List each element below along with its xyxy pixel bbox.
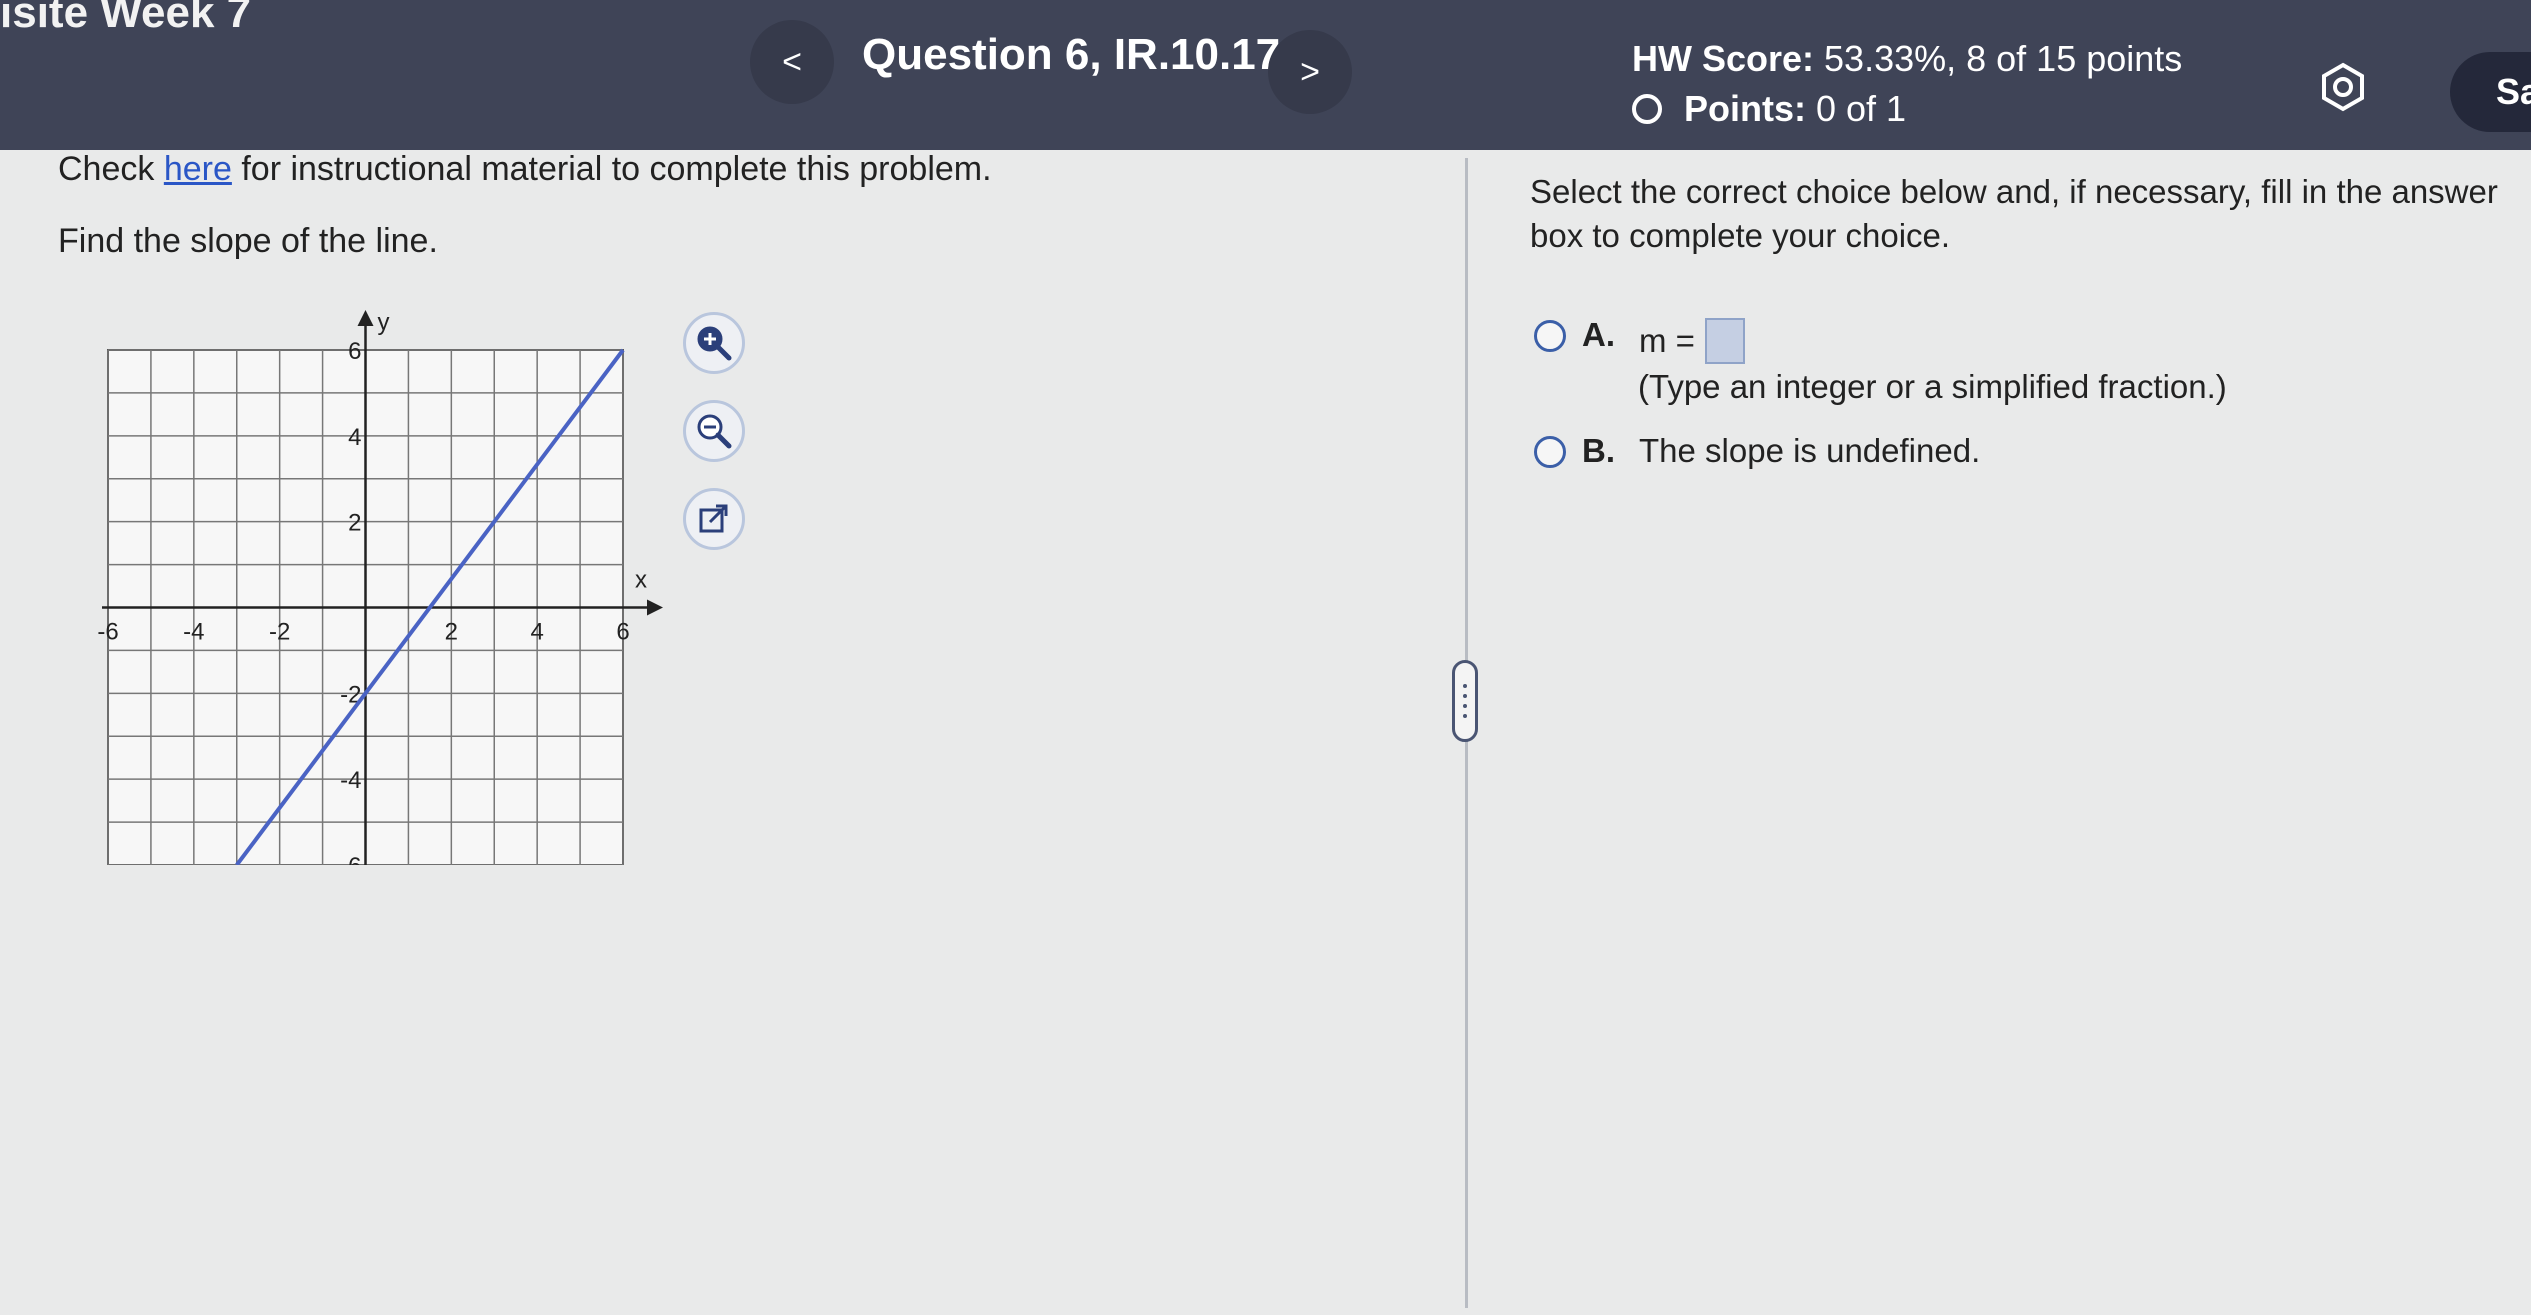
points-label: Points: bbox=[1684, 88, 1806, 129]
x-tick-label: 6 bbox=[616, 619, 629, 646]
hw-score: HW Score: 53.33%, 8 of 15 points bbox=[1632, 34, 2182, 84]
choice-a-letter: A. bbox=[1582, 316, 1615, 353]
choice-a-hint: (Type an integer or a simplified fractio… bbox=[1638, 368, 2227, 405]
next-question-button[interactable]: > bbox=[1268, 30, 1352, 114]
instructional-material-line: Check here for instructional material to… bbox=[58, 150, 992, 189]
hw-score-label: HW Score: bbox=[1632, 38, 1815, 79]
y-tick-label: 6 bbox=[348, 338, 361, 365]
zoom-in-button[interactable] bbox=[683, 312, 745, 374]
choice-a-text: m = bbox=[1639, 322, 1695, 359]
question-pane: Check here for instructional material to… bbox=[0, 150, 1462, 1315]
y-tick-label: 2 bbox=[348, 510, 361, 537]
choice-b-text: The slope is undefined. bbox=[1639, 432, 1981, 469]
answer-pane: Select the correct choice below and, if … bbox=[1530, 170, 2530, 258]
course-title: isite Week 7 bbox=[0, 0, 252, 37]
points-value: 0 of 1 bbox=[1816, 88, 1907, 129]
y-tick-label: -4 bbox=[340, 767, 361, 794]
external-link-icon bbox=[699, 504, 728, 533]
check-suffix: for instructional material to complete t… bbox=[231, 150, 992, 188]
hw-score-value: 53.33%, 8 of 15 points bbox=[1824, 38, 2183, 79]
zoom-in-icon bbox=[697, 326, 732, 361]
coordinate-graph: yx-6-4-2246642-2-4-6 bbox=[97, 309, 663, 865]
x-tick-label: 2 bbox=[445, 619, 458, 646]
previous-question-button[interactable]: < bbox=[750, 20, 834, 104]
save-button[interactable]: Sa bbox=[2450, 52, 2531, 132]
choice-b-letter: B. bbox=[1582, 432, 1615, 469]
y-axis-label: y bbox=[378, 309, 390, 336]
choice-b[interactable]: B. The slope is undefined. bbox=[1534, 432, 1980, 470]
x-tick-label: -6 bbox=[97, 619, 118, 646]
slope-answer-box[interactable] bbox=[1704, 318, 1745, 364]
points-row: Points: 0 of 1 bbox=[1632, 84, 2182, 134]
points-status-icon bbox=[1632, 94, 1662, 124]
y-axis-arrow bbox=[357, 310, 374, 326]
question-title: Question 6, IR.10.17 bbox=[862, 30, 1281, 79]
x-tick-label: -2 bbox=[269, 619, 290, 646]
gear-icon[interactable] bbox=[2318, 62, 2368, 112]
check-prefix: Check bbox=[58, 150, 164, 188]
choice-b-radio[interactable] bbox=[1534, 436, 1566, 468]
top-bar: isite Week 7 < Question 6, IR.10.17 > HW… bbox=[0, 0, 2531, 150]
y-tick-label: -6 bbox=[340, 853, 361, 865]
pane-resize-handle[interactable] bbox=[1452, 660, 1478, 742]
question-prompt: Find the slope of the line. bbox=[58, 222, 438, 260]
x-axis-arrow bbox=[647, 599, 663, 616]
zoom-out-icon bbox=[697, 414, 732, 449]
score-block: HW Score: 53.33%, 8 of 15 points Points:… bbox=[1632, 34, 2182, 134]
answer-instruction: Select the correct choice below and, if … bbox=[1530, 173, 2498, 254]
content-area: Check here for instructional material to… bbox=[0, 150, 2531, 1315]
choice-a-radio[interactable] bbox=[1534, 320, 1566, 352]
popout-button[interactable] bbox=[683, 488, 745, 550]
instructional-material-link[interactable]: here bbox=[164, 150, 232, 188]
x-tick-label: 4 bbox=[530, 619, 543, 646]
choice-a[interactable]: A. m = bbox=[1534, 316, 1745, 364]
zoom-out-button[interactable] bbox=[683, 400, 745, 462]
x-axis-label: x bbox=[635, 567, 647, 594]
y-tick-label: 4 bbox=[348, 424, 361, 451]
x-tick-label: -4 bbox=[183, 619, 204, 646]
